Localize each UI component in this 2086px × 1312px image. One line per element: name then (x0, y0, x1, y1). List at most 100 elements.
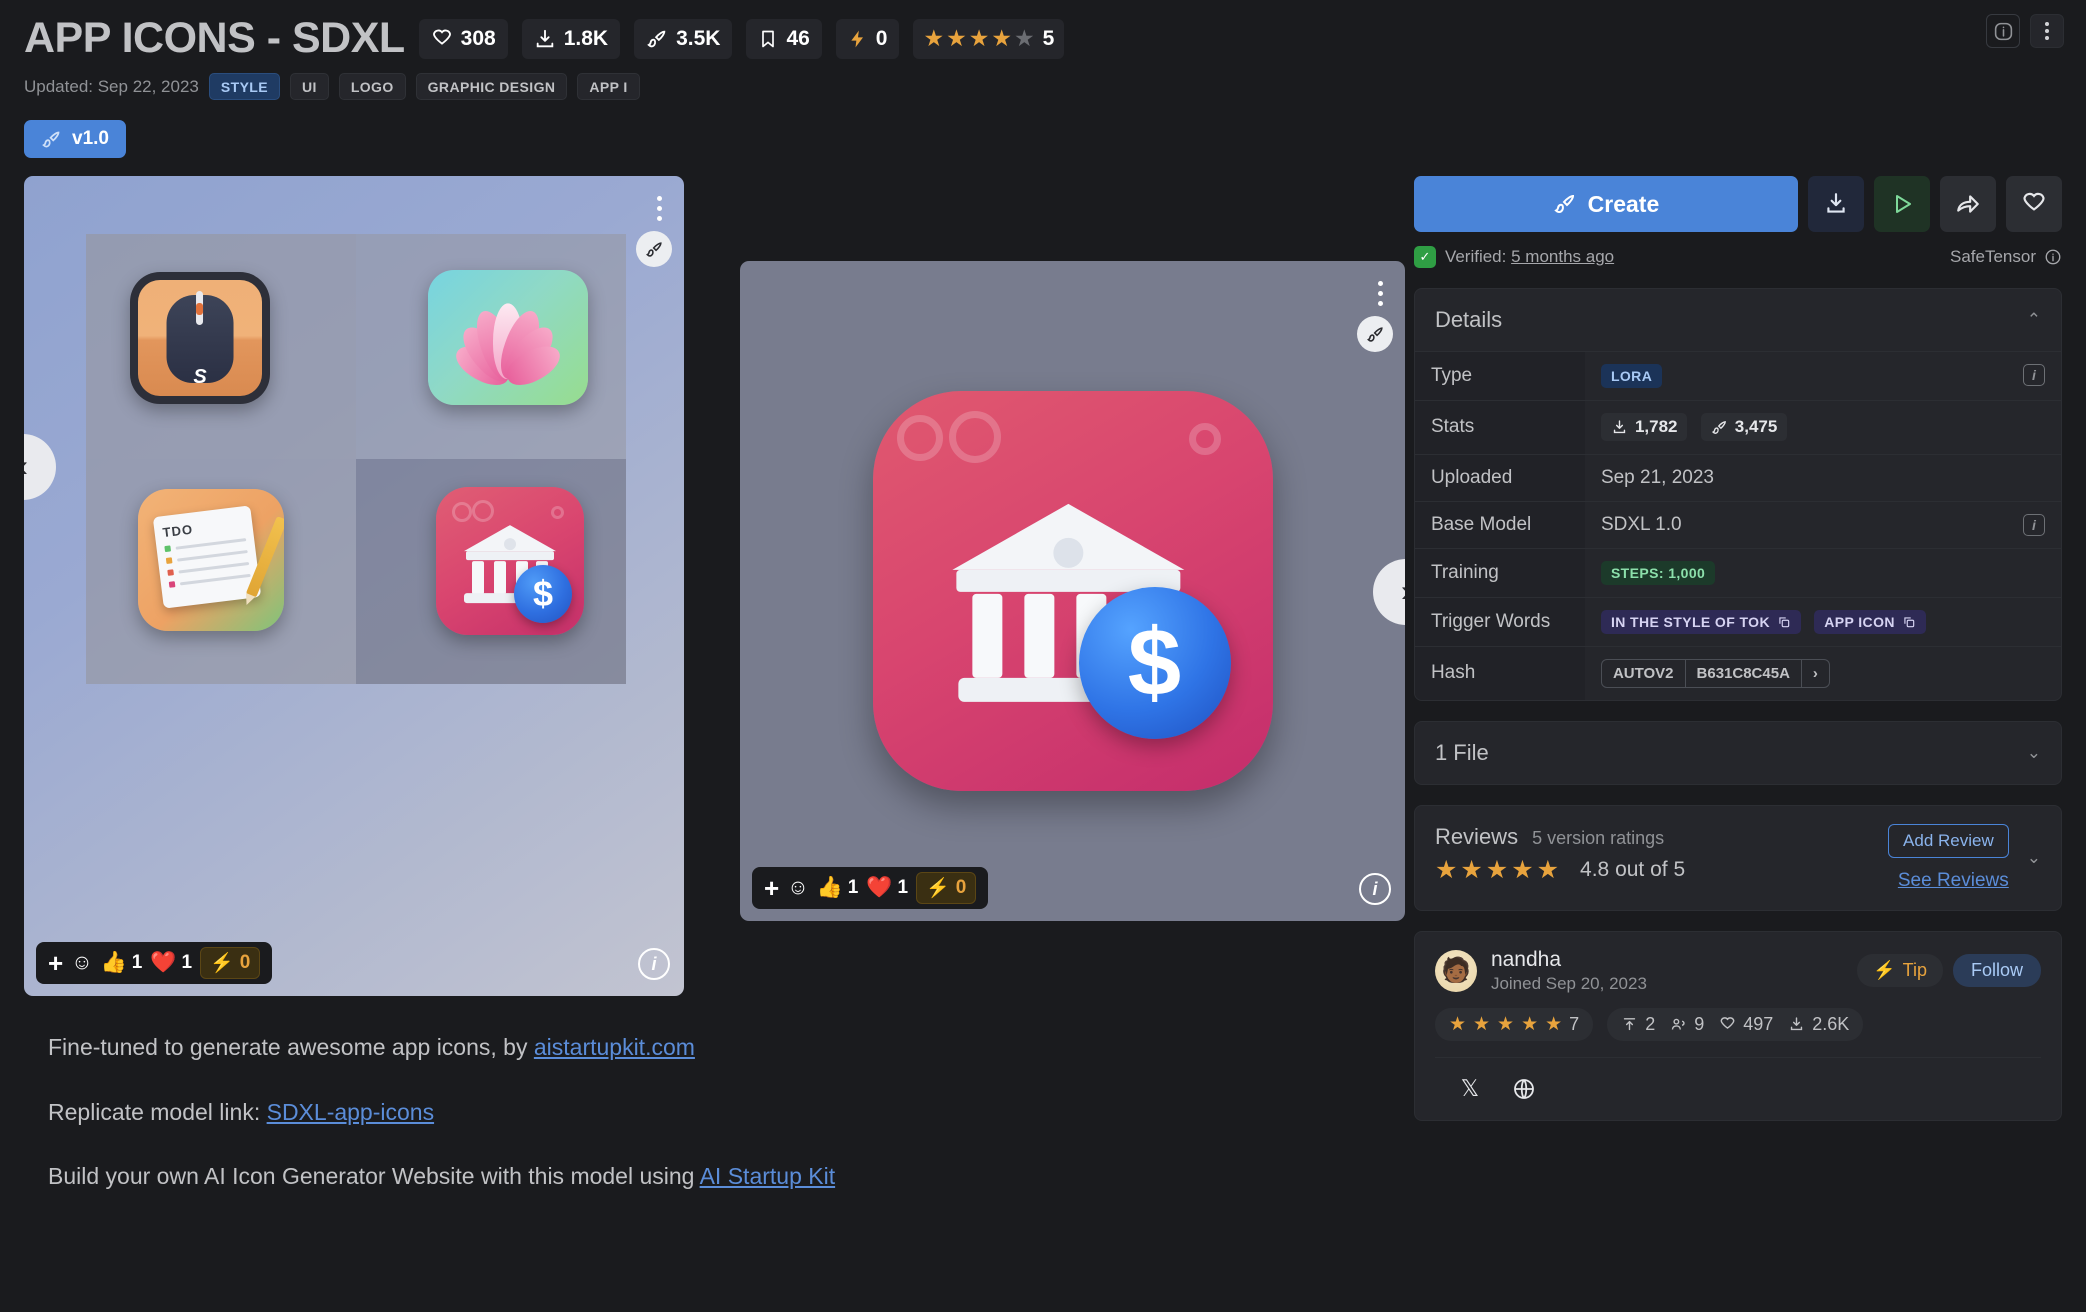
reaction-thumbs-2[interactable]: 👍 1 (817, 876, 859, 900)
info-icon[interactable]: i (2023, 513, 2045, 536)
overflow-menu-button[interactable] (2030, 14, 2064, 48)
todo-note-header: TDO (161, 521, 194, 541)
version-tab-v1[interactable]: v1.0 (24, 120, 126, 159)
link-sdxl-app-icons[interactable]: SDXL-app-icons (267, 1099, 434, 1125)
star-icon: ★ (1511, 855, 1534, 884)
stat-generations[interactable]: 3.5K (634, 18, 733, 59)
add-reaction-button-1[interactable]: + (48, 950, 63, 976)
see-reviews-link[interactable]: See Reviews (1888, 870, 2009, 892)
link-ai-startup-kit[interactable]: AI Startup Kit (700, 1163, 836, 1189)
version-label: v1.0 (72, 128, 109, 150)
heart-emoji-icon: ❤️ (866, 876, 893, 900)
details-value-uploaded: Sep 21, 2023 (1584, 453, 2061, 502)
creator-rating-count: 7 (1569, 1013, 1580, 1034)
brush-icon (645, 242, 662, 257)
x-icon[interactable]: 𝕏 (1455, 1074, 1485, 1104)
add-review-button[interactable]: Add Review (1888, 823, 2009, 858)
emoji-smile-icon[interactable]: ☺ (787, 876, 808, 900)
app-icon-mouse: S (130, 272, 270, 405)
files-card[interactable]: 1 File ⌄ (1413, 720, 2062, 785)
description-line-2: Replicate model link: SDXL-app-icons (48, 1095, 1366, 1130)
emoji-smile-icon[interactable]: ☺ (71, 951, 92, 975)
creator-name[interactable]: nandha (1491, 948, 1647, 972)
tag-style[interactable]: STYLE (208, 73, 280, 101)
generations-value: 3,475 (1734, 417, 1778, 437)
users-icon (1671, 1018, 1685, 1030)
gallery-next-button[interactable]: › (1373, 559, 1405, 626)
chevron-down-icon[interactable]: ⌄ (2027, 848, 2041, 868)
gallery-image-1[interactable]: S TDO $ + ☺ 👍 1 ❤️ 1 ⚡ 0 i (24, 176, 684, 997)
trigger-word-1-label: IN THE STYLE OF TOK (1610, 613, 1770, 630)
reaction-bar-1: + ☺ 👍 1 ❤️ 1 ⚡ 0 (36, 942, 273, 985)
verified-time[interactable]: 5 months ago (1511, 247, 1614, 267)
download-icon (534, 28, 556, 50)
details-row-training: Training STEPS: 1,000 (1414, 547, 2061, 598)
hash-box[interactable]: AUTOV2 B631C8C45A › (1600, 658, 1830, 688)
follow-button[interactable]: Follow (1952, 954, 2041, 988)
tag-logo[interactable]: LOGO (338, 73, 406, 101)
files-heading: 1 File (1434, 739, 1489, 765)
page-header: APP ICONS - SDXL 308 1.8K 3.5K 46 0 ★ ★ … (0, 0, 2086, 159)
grid-quadrant-1: S (86, 234, 356, 460)
details-value-stats: 1,782 3,475 (1584, 400, 2061, 455)
details-value-base-model: SDXL 1.0 i (1584, 500, 2061, 549)
thumbs-count: 1 (847, 877, 859, 899)
info-icon[interactable]: i (2023, 364, 2045, 387)
tag-app-icon[interactable]: APP I (577, 73, 640, 101)
creator-downloads: 2.6K (1812, 1013, 1850, 1034)
star-icon: ★ (1485, 855, 1509, 884)
left-column: S TDO $ + ☺ 👍 1 ❤️ 1 ⚡ 0 i $ + ☺ 👍 1 ❤️ … (24, 176, 1405, 1224)
page-body: S TDO $ + ☺ 👍 1 ❤️ 1 ⚡ 0 i $ + ☺ 👍 1 ❤️ … (0, 158, 2086, 1224)
create-button[interactable]: Create (1413, 176, 1798, 233)
rating-chip[interactable]: ★ ★ ★ ★ ★ 5 (913, 18, 1065, 59)
stat-downloads[interactable]: 1.8K (521, 18, 621, 59)
chevron-up-icon: ⌃ (2026, 310, 2041, 330)
chevron-right-icon[interactable]: › (1800, 659, 1829, 687)
trigger-word-chip-1[interactable]: IN THE STYLE OF TOK (1600, 609, 1801, 634)
details-row-stats: Stats 1,782 3,475 (1414, 400, 2061, 455)
download-button[interactable] (1808, 176, 1864, 233)
reaction-buzz-1[interactable]: ⚡ 0 (200, 947, 261, 980)
tag-graphic-design[interactable]: GRAPHIC DESIGN (415, 73, 568, 101)
image-overflow-menu-1[interactable] (648, 188, 670, 228)
tag-ui[interactable]: UI (290, 73, 329, 101)
details-key-type: Type (1414, 351, 1585, 401)
remix-brush-button-2[interactable] (1357, 316, 1393, 353)
safetensor-badge: SafeTensor (1950, 247, 2062, 267)
training-steps-badge: STEPS: 1,000 (1600, 560, 1716, 585)
image-info-button-2[interactable]: i (1359, 873, 1391, 906)
tip-button[interactable]: ⚡ Tip (1857, 954, 1943, 988)
favorite-button[interactable] (2006, 176, 2062, 233)
image-info-button-1[interactable]: i (638, 948, 670, 981)
gallery-image-2[interactable]: $ + ☺ 👍 1 ❤️ 1 ⚡ 0 i (740, 261, 1405, 922)
globe-icon[interactable] (1509, 1074, 1539, 1104)
reaction-bar-2: + ☺ 👍 1 ❤️ 1 ⚡ 0 (752, 867, 989, 910)
model-detail-page: APP ICONS - SDXL 308 1.8K 3.5K 46 0 ★ ★ … (0, 0, 2086, 1312)
creator-socials: 𝕏 (1434, 1056, 2041, 1104)
meta-row: Updated: Sep 22, 2023 STYLE UI LOGO GRAP… (24, 73, 2062, 101)
files-card-header[interactable]: 1 File ⌄ (1415, 722, 2061, 784)
stat-bookmarks[interactable]: 46 (746, 18, 822, 59)
trigger-word-chip-2[interactable]: APP ICON (1814, 609, 1926, 634)
reaction-heart-2[interactable]: ❤️ 1 (866, 876, 908, 900)
reaction-buzz-2[interactable]: ⚡ 0 (916, 872, 977, 905)
details-card-header[interactable]: Details ⌃ (1415, 289, 2061, 351)
link-aistartupkit[interactable]: aistartupkit.com (534, 1034, 695, 1060)
share-button[interactable] (1940, 176, 1996, 233)
stat-buzz[interactable]: 0 (835, 18, 900, 59)
avatar[interactable]: 🧑🏾 (1434, 949, 1477, 992)
info-button[interactable] (1986, 14, 2020, 48)
reaction-heart-1[interactable]: ❤️ 1 (150, 951, 192, 975)
reaction-thumbs-1[interactable]: 👍 1 (101, 951, 143, 975)
image-overflow-menu-2[interactable] (1369, 273, 1391, 313)
run-model-button[interactable] (1874, 176, 1930, 233)
details-key-stats: Stats (1414, 400, 1585, 455)
stat-likes[interactable]: 308 (418, 18, 508, 59)
remix-brush-button-1[interactable] (636, 231, 672, 268)
star-icon: ★ (1434, 855, 1458, 884)
copy-icon (1779, 616, 1790, 627)
gallery-prev-button[interactable]: ‹ (24, 434, 56, 501)
creator-actions: ⚡ Tip Follow (1857, 954, 2041, 988)
trigger-word-2-label: APP ICON (1824, 613, 1895, 630)
add-reaction-button-2[interactable]: + (764, 875, 779, 901)
